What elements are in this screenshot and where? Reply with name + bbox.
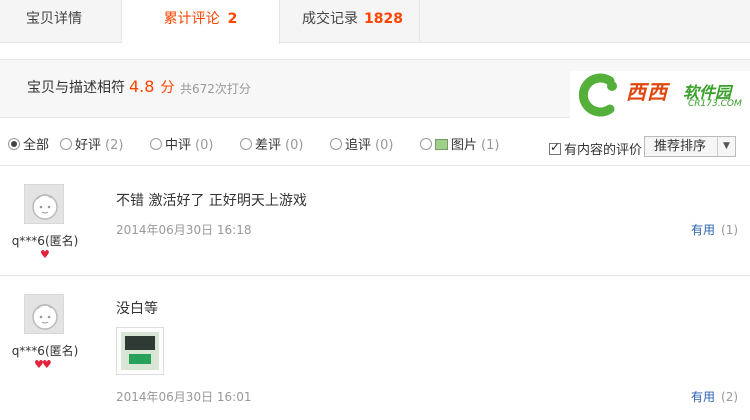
- review-item: q***6(匿名) ♥♥ 没白等 2014年06月30日 16:01 有用 (2): [0, 276, 750, 420]
- filter-label: 追评: [345, 138, 372, 153]
- review-text: 不错 激活好了 正好明天上游戏: [116, 193, 307, 209]
- buyer-level-badge: ♥: [40, 248, 50, 261]
- filter-images[interactable]: 图片 (1): [420, 138, 499, 154]
- tab-count: 2: [227, 11, 238, 27]
- tab-item-details[interactable]: 宝贝详情: [0, 0, 122, 43]
- review-text: 没白等: [116, 301, 158, 317]
- image-icon: [435, 139, 448, 150]
- useful-label[interactable]: 有用: [691, 390, 715, 404]
- review-filter-bar: 全部 好评(2) 中评(0) 差评(0) 追评(0) 图片(1) 有内容的评价 …: [0, 126, 750, 166]
- checkbox-label: 有内容的评价: [564, 143, 643, 158]
- review-date: 2014年06月30日 16:01: [116, 390, 252, 404]
- filter-label: 中评: [165, 138, 192, 153]
- useful-button[interactable]: 有用 (2): [691, 388, 738, 405]
- radio-selected-icon[interactable]: [8, 138, 20, 150]
- useful-button[interactable]: 有用 (1): [691, 221, 738, 238]
- avatar: [24, 294, 64, 334]
- logo-c-icon: [578, 73, 617, 117]
- filter-followup[interactable]: 追评 (0): [330, 138, 393, 154]
- review-username[interactable]: q***6(匿名): [0, 232, 90, 249]
- content-only-checkbox[interactable]: 有内容的评价: [549, 139, 642, 158]
- rating-label: 宝贝与描述相符: [27, 80, 125, 96]
- chevron-down-icon[interactable]: ▼: [717, 137, 735, 156]
- radio-icon[interactable]: [420, 138, 432, 150]
- filter-label: 好评: [75, 138, 102, 153]
- filter-all[interactable]: 全部: [8, 138, 49, 154]
- sort-value: 推荐排序: [654, 139, 707, 154]
- filter-label: 全部: [23, 138, 50, 153]
- filter-positive[interactable]: 好评 (2): [60, 138, 123, 154]
- review-username[interactable]: q***6(匿名): [0, 342, 90, 359]
- rating-score: 4.8: [129, 77, 155, 96]
- default-avatar-icon: [32, 194, 58, 220]
- tab-label: 成交记录: [302, 11, 358, 27]
- rating-text: 宝贝与描述相符 4.8 分: [27, 77, 174, 97]
- rating-total: 共672次打分: [180, 82, 251, 96]
- useful-count: (2): [721, 390, 739, 404]
- buyer-level-badge: ♥♥: [34, 358, 52, 371]
- filter-count: (0): [375, 138, 394, 153]
- default-avatar-icon: [32, 304, 58, 330]
- checkbox-checked-icon[interactable]: [549, 140, 561, 155]
- rating-unit: 分: [160, 80, 175, 96]
- filter-count: (0): [195, 138, 214, 153]
- site-logo: 西西 软件园 CR173.COM: [570, 71, 750, 118]
- filter-neutral[interactable]: 中评 (0): [150, 138, 213, 154]
- filter-negative[interactable]: 差评 (0): [240, 138, 303, 154]
- filter-label: 图片: [451, 138, 478, 153]
- radio-icon[interactable]: [60, 138, 72, 150]
- filter-count: (2): [105, 138, 124, 153]
- filter-count: (1): [481, 138, 500, 153]
- radio-icon[interactable]: [330, 138, 342, 150]
- tab-label: 累计评论: [163, 11, 220, 27]
- logo-text: 西西: [626, 80, 668, 104]
- logo-subtext: CR173.COM: [688, 99, 742, 109]
- radio-icon[interactable]: [240, 138, 252, 150]
- useful-count: (1): [721, 223, 739, 237]
- tab-reviews[interactable]: 累计评论 2: [122, 0, 280, 44]
- sort-select[interactable]: 推荐排序 ▼: [644, 136, 736, 157]
- review-date: 2014年06月30日 16:18: [116, 223, 252, 237]
- review-photo-thumbnail[interactable]: [116, 327, 164, 375]
- avatar: [24, 184, 64, 224]
- filter-label: 差评: [255, 138, 282, 153]
- tab-bar: 宝贝详情 累计评论 2 成交记录 1828: [0, 0, 750, 44]
- review-item: q***6(匿名) ♥ 不错 激活好了 正好明天上游戏 2014年06月30日 …: [0, 166, 750, 276]
- photo-image: [121, 332, 159, 370]
- radio-icon[interactable]: [150, 138, 162, 150]
- tab-label: 宝贝详情: [26, 11, 82, 27]
- useful-label[interactable]: 有用: [691, 223, 715, 237]
- tab-transactions[interactable]: 成交记录 1828: [280, 0, 420, 43]
- tab-count: 1828: [364, 11, 403, 27]
- filter-count: (0): [285, 138, 304, 153]
